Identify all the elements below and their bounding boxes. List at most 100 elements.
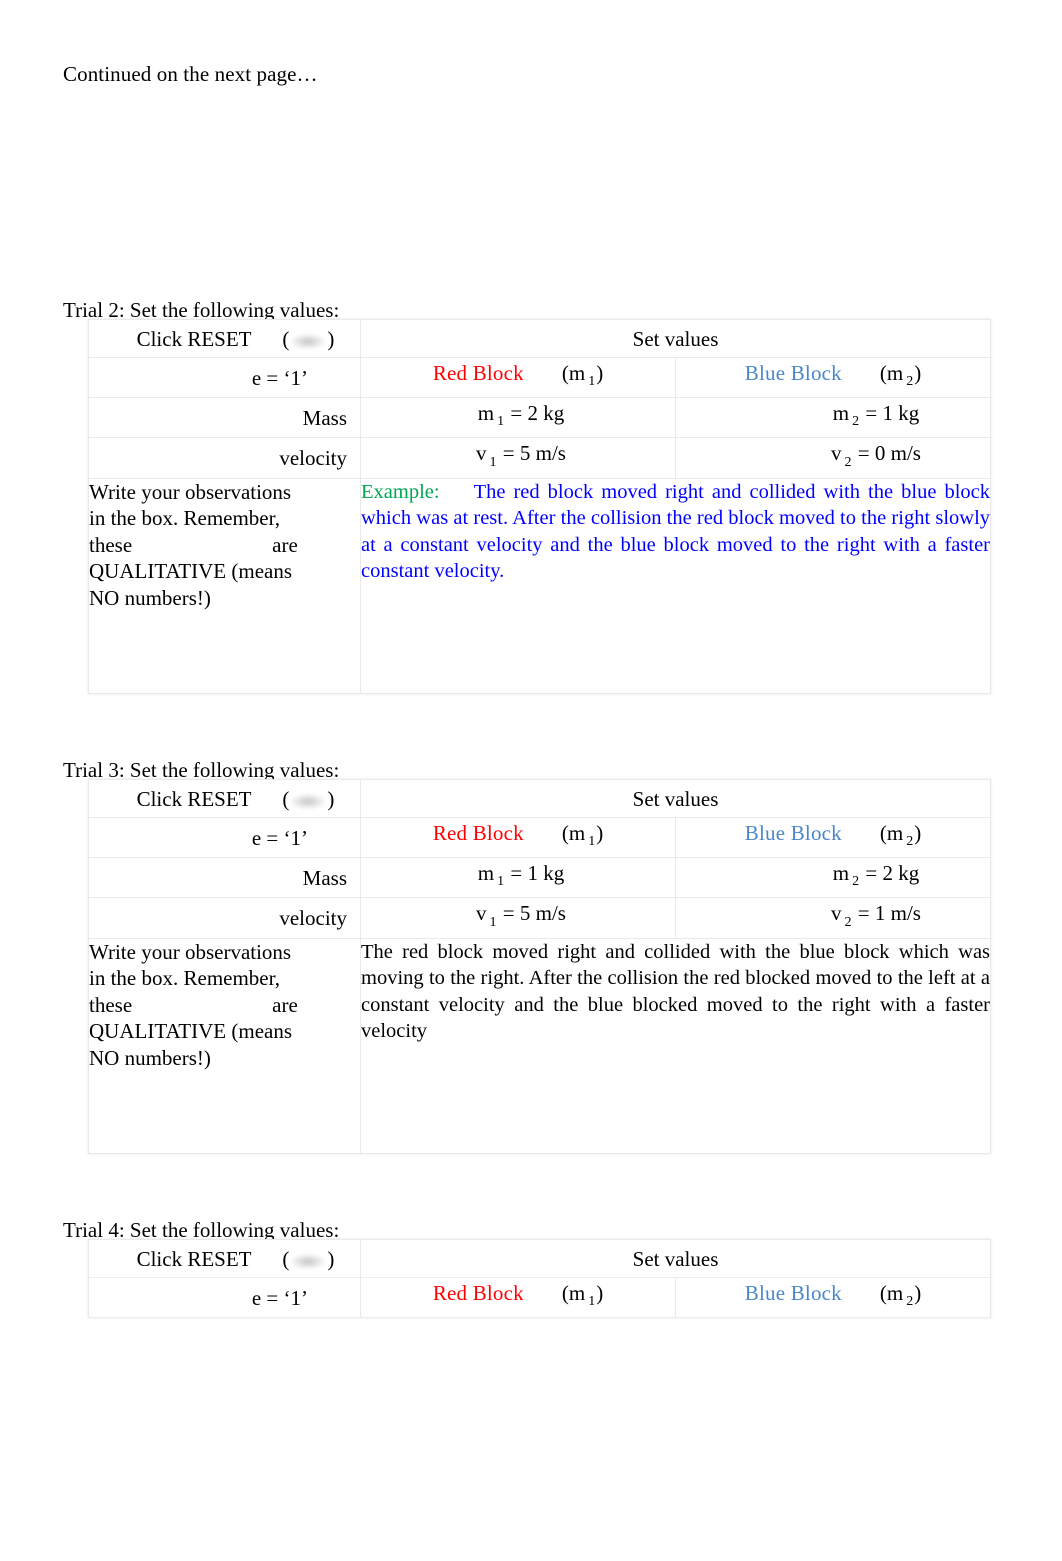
m2-subscript: 2: [906, 1294, 914, 1310]
instructions-cell: Write your observations in the box. Reme…: [88, 937, 361, 1154]
m1-subscript: 1: [588, 374, 596, 390]
instr-line-3b: are: [272, 532, 298, 557]
m1-open: (m: [561, 1281, 586, 1305]
table-row: e = ‘1’ Red Block (m 1) Blue Block (m 2): [88, 356, 992, 399]
instr-line-5: NO numbers!): [89, 585, 211, 610]
instr-line-5: NO numbers!): [89, 1045, 211, 1070]
red-block-header-cell: Red Block (m 1): [360, 816, 676, 859]
red-block-header-cell: Red Block (m 1): [360, 1276, 676, 1319]
observation-cell[interactable]: Example: The red block moved right and co…: [359, 477, 992, 694]
mass-label: Mass: [302, 865, 347, 890]
mass-red-cell: m1 = 1 kg: [360, 857, 676, 899]
m1-subscript: 1: [588, 834, 596, 850]
velocity-blue-symbol: v: [831, 441, 842, 466]
mass-blue-subscript: 2: [852, 874, 860, 890]
instr-line-4: QUALITATIVE (means: [89, 559, 293, 584]
paren-open: (: [282, 1246, 290, 1271]
restitution-value: e = ‘1’: [251, 1285, 308, 1310]
trial-table: Click RESET () Set values e = ‘1’ Red Bl…: [88, 319, 992, 694]
set-values-label: Set values: [632, 786, 719, 811]
m1-subscript: 1: [588, 1294, 596, 1310]
mass-red-value: m1 = 2 kg: [361, 398, 675, 437]
mass-red-subscript: 1: [497, 874, 505, 890]
mass-label-cell: Mass: [88, 857, 361, 899]
click-reset-cell: Click RESET (): [88, 319, 361, 358]
set-values-cell: Set values: [359, 1239, 992, 1278]
velocity-label: velocity: [279, 905, 347, 930]
instructions-cell: Write your observations in the box. Reme…: [88, 477, 361, 694]
instr-line-2: in the box. Remember,: [89, 966, 281, 991]
red-block-header: Red Block (m 1): [361, 818, 675, 857]
velocity-blue-symbol: v: [831, 901, 842, 926]
velocity-red-cell: v1 = 5 m/s: [360, 897, 676, 939]
mass-blue-value: m2 = 2 kg: [676, 858, 990, 897]
instr-line-3a: these: [89, 532, 133, 557]
click-reset-label: Click RESET (): [89, 1244, 360, 1274]
instr-line-3a: these: [89, 992, 133, 1017]
observation-row: Write your observations in the box. Reme…: [88, 477, 992, 694]
mass-red-cell: m1 = 2 kg: [360, 397, 676, 439]
e-value-cell: e = ‘1’: [88, 816, 361, 859]
m1-open: (m: [561, 821, 586, 845]
instructions-text: Write your observations in the box. Reme…: [89, 939, 360, 1072]
blue-block-header: Blue Block (m 2): [676, 818, 990, 857]
document-page: Continued on the next page… Trial 2: Set…: [0, 0, 1062, 1561]
observation-row: Write your observations in the box. Reme…: [88, 937, 992, 1154]
paren-open: (: [282, 786, 290, 811]
velocity-red-value: v1 = 5 m/s: [361, 898, 675, 937]
click-reset-label: Click RESET (): [89, 784, 360, 814]
m1-close: ): [596, 1281, 604, 1305]
observation-cell[interactable]: The red block moved right and collided w…: [359, 937, 992, 1154]
click-reset-text: Click RESET: [136, 326, 252, 351]
blue-block-header: Blue Block (m 2): [676, 358, 990, 397]
reset-button-icon[interactable]: [291, 333, 326, 349]
instructions-text: Write your observations in the box. Reme…: [89, 479, 360, 612]
continued-note: Continued on the next page…: [63, 62, 318, 86]
m1-close: ): [596, 821, 604, 845]
paren-close: ): [327, 326, 335, 351]
mass-label-cell: Mass: [88, 397, 361, 439]
velocity-blue-subscript: 2: [844, 914, 852, 930]
table-row: e = ‘1’ Red Block (m 1) Blue Block (m 2): [88, 816, 992, 859]
paren-close: ): [327, 786, 335, 811]
mass-red-number: = 1 kg: [505, 861, 565, 886]
red-block-header: Red Block (m 1): [361, 358, 675, 397]
instr-line-3b: are: [272, 992, 298, 1017]
click-reset-cell: Click RESET (): [88, 1239, 361, 1278]
velocity-label-cell: velocity: [88, 437, 361, 479]
table-row: Click RESET () Set values: [88, 319, 992, 358]
m2-open: (m: [879, 1281, 904, 1305]
mass-blue-subscript: 2: [852, 414, 860, 430]
mass-blue-value: m2 = 1 kg: [676, 398, 990, 437]
trial-table: Click RESET () Set values e = ‘1’ Red Bl…: [88, 1239, 992, 1319]
reset-button-icon[interactable]: [291, 1253, 326, 1269]
blue-block-label: Blue Block: [744, 1281, 842, 1305]
mass-label: Mass: [302, 405, 347, 430]
observation-text: Example: The red block moved right and co…: [361, 479, 990, 585]
reset-button-icon[interactable]: [291, 793, 326, 809]
m1-open: (m: [561, 361, 586, 385]
red-block-header: Red Block (m 1): [361, 1278, 675, 1317]
m2-close: ): [914, 1281, 922, 1305]
m2-close: ): [914, 361, 922, 385]
instr-line-1: Write your observations: [89, 479, 292, 504]
velocity-blue-cell: v2 = 0 m/s: [674, 437, 992, 479]
table-row: Click RESET () Set values: [88, 779, 992, 818]
m2-close: ): [914, 821, 922, 845]
m1-close: ): [596, 361, 604, 385]
restitution-value: e = ‘1’: [251, 825, 308, 850]
velocity-blue-value: v2 = 0 m/s: [676, 438, 990, 477]
table-row: Mass m1 = 1 kg m2 = 2 kg: [88, 857, 992, 899]
m2-subscript: 2: [906, 374, 914, 390]
observation-lead: Example:: [361, 480, 440, 503]
velocity-red-symbol: v: [476, 901, 487, 926]
mass-red-symbol: m: [477, 861, 495, 886]
click-reset-text: Click RESET: [136, 786, 252, 811]
instr-line-4: QUALITATIVE (means: [89, 1019, 293, 1044]
instr-line-1: Write your observations: [89, 939, 292, 964]
red-block-label: Red Block: [432, 361, 524, 385]
set-values-cell: Set values: [359, 319, 992, 358]
velocity-red-subscript: 1: [489, 914, 497, 930]
velocity-blue-number: = 0 m/s: [852, 441, 921, 466]
e-value-cell: e = ‘1’: [88, 1276, 361, 1319]
